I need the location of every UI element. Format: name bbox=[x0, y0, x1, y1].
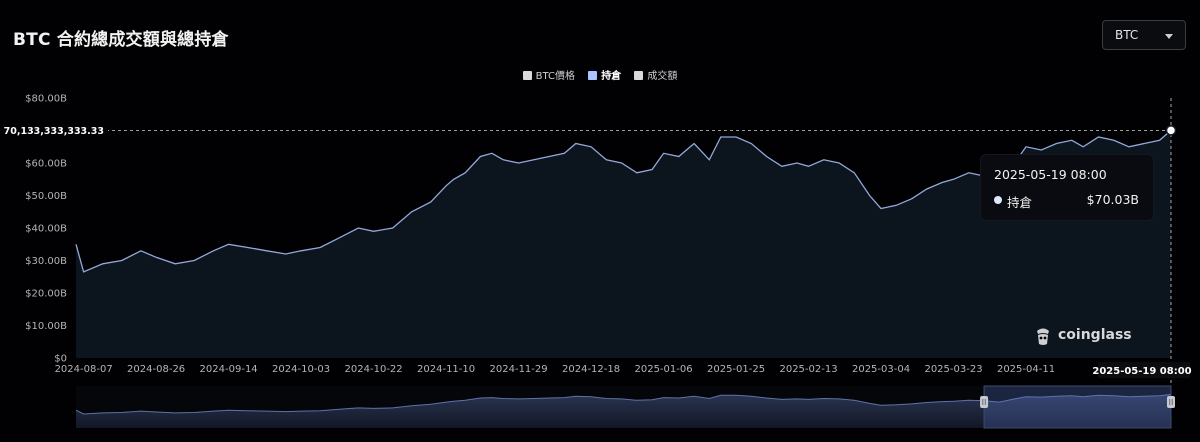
y-tick-label: $30.00B bbox=[25, 256, 67, 267]
x-tick-label: 2025-04-11 bbox=[997, 364, 1055, 375]
x-tick-label: 2024-10-03 bbox=[272, 364, 330, 375]
watermark-text: coinglass bbox=[1058, 327, 1132, 343]
y-tick-label: $50.00B bbox=[25, 191, 67, 202]
navigator-handle[interactable] bbox=[1167, 396, 1175, 408]
y-tick-label: $10.00B bbox=[25, 321, 67, 332]
y-tick-label: $40.00B bbox=[25, 224, 67, 235]
hover-point bbox=[1165, 125, 1177, 136]
x-tick-label: 2024-10-22 bbox=[345, 364, 403, 375]
y-tick-label: $60.00B bbox=[25, 159, 67, 170]
x-tick-label: 2024-08-07 bbox=[55, 364, 113, 375]
x-tick-label: 2024-11-29 bbox=[490, 364, 548, 375]
x-tick-label: 2025-01-25 bbox=[707, 364, 765, 375]
x-tick-label: 2025-01-06 bbox=[634, 364, 692, 375]
tooltip-series-name: 持倉 bbox=[1007, 195, 1033, 210]
x-tick-label: 2024-12-18 bbox=[562, 364, 620, 375]
y-tick-label: $80.00B bbox=[25, 94, 67, 105]
x-tick-label: 2024-09-14 bbox=[200, 364, 258, 375]
series-dot-icon bbox=[994, 196, 1002, 204]
x-tick-label: 2024-11-10 bbox=[417, 364, 475, 375]
coinglass-logo-icon bbox=[1037, 328, 1049, 345]
tooltip-date: 2025-05-19 08:00 bbox=[994, 167, 1107, 182]
navigator-window[interactable] bbox=[983, 385, 1172, 429]
y-tick-label: $20.00B bbox=[25, 289, 67, 300]
crosshair-y-label: 70,133,333,333.33 bbox=[4, 126, 104, 137]
x-tick-label: 2025-03-04 bbox=[852, 364, 910, 375]
y-tick-label: $0 bbox=[54, 354, 67, 365]
open-interest-chart[interactable]: $0 $10.00B $20.00B $30.00B $40.00B $50.00B $60… bbox=[0, 0, 1200, 442]
x-tick-label: 2024-08-26 bbox=[127, 364, 185, 375]
x-tick-label: 2025-02-13 bbox=[779, 364, 837, 375]
navigator-handle[interactable] bbox=[980, 396, 989, 408]
x-tick-label: 2025-03-23 bbox=[924, 364, 982, 375]
crosshair-x-label: 2025-05-19 08:00 bbox=[1092, 366, 1191, 377]
tooltip-value: $70.03B bbox=[1086, 192, 1139, 207]
tooltip: 2025-05-19 08:00 持倉 $70.03B bbox=[980, 154, 1154, 221]
